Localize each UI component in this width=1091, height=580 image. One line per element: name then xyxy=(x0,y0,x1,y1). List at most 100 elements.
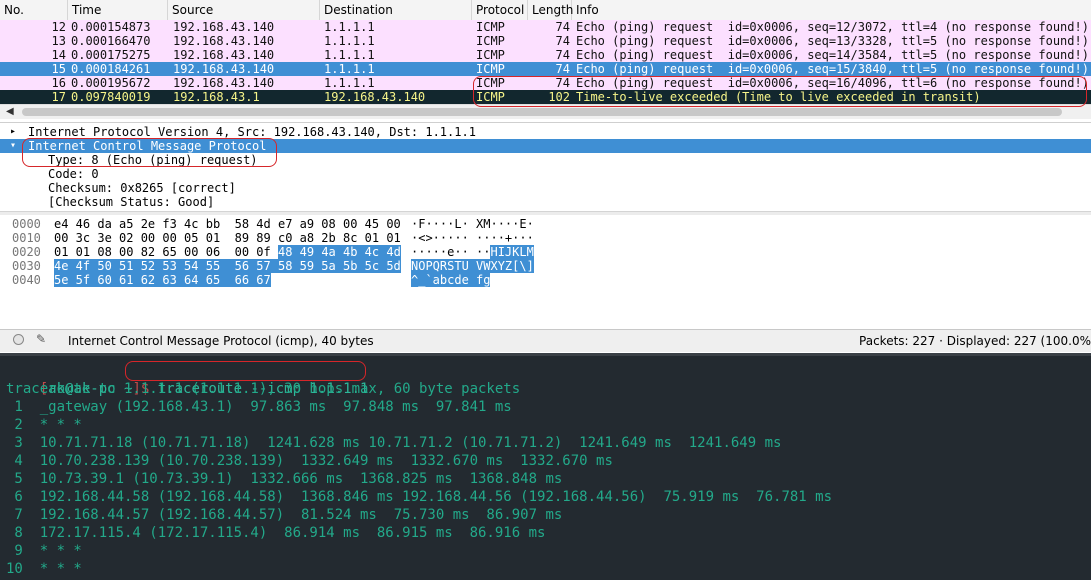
packet-row[interactable]: 17 0.097840019 192.168.43.1 192.168.43.140 I… xyxy=(0,90,1091,104)
hex-highlighted: 4e 4f 50 51 52 53 54 55 56 57 58 59 5a 5… xyxy=(54,259,401,273)
terminal-output-line: 4 10.70.238.139 (10.70.238.139) 1332.649… xyxy=(6,453,613,469)
expanded-arrow-icon[interactable]: ▾ xyxy=(10,139,16,153)
packet-length: 74 xyxy=(555,62,570,76)
column-header-info[interactable]: Info xyxy=(572,0,1091,20)
packet-length: 74 xyxy=(555,48,570,62)
packet-time: 0.000184261 xyxy=(71,62,151,76)
packet-list-header: No. Time Source Destination Protocol Len… xyxy=(0,0,1091,21)
terminal-output-line: 2 * * * xyxy=(6,417,82,433)
hex-bytes[interactable]: 4e 4f 50 51 52 53 54 55 56 57 58 59 5a 5… xyxy=(54,259,401,273)
packet-row[interactable]: 15 0.000184261 192.168.43.140 1.1.1.1 ICMP 74… xyxy=(0,62,1091,76)
hex-bytes[interactable]: 5e 5f 60 61 62 63 64 65 66 67 xyxy=(54,273,271,287)
hex-plain: 01 01 08 00 82 65 00 06 00 0f xyxy=(54,245,278,259)
collapsed-arrow-icon[interactable]: ▸ xyxy=(10,125,16,139)
detail-tree-item[interactable]: Type: 8 (Echo (ping) request) xyxy=(0,153,1091,167)
terminal-output-line: 5 10.73.39.1 (10.73.39.1) 1332.666 ms 13… xyxy=(6,471,563,487)
edit-comment-icon[interactable]: ✎ xyxy=(36,332,46,346)
packet-destination: 1.1.1.1 xyxy=(324,62,375,76)
column-header-no[interactable]: No. xyxy=(0,0,68,20)
packet-destination: 1.1.1.1 xyxy=(324,20,375,34)
ascii-bytes[interactable]: NOPQRSTU VWXYZ[\] xyxy=(411,259,534,273)
packet-info: Echo (ping) request id=0x0006, seq=15/38… xyxy=(576,62,1089,76)
column-header-source[interactable]: Source xyxy=(168,0,320,20)
packet-number: 12 xyxy=(51,20,66,34)
hex-bytes[interactable]: 01 01 08 00 82 65 00 06 00 0f 48 49 4a 4… xyxy=(54,245,401,259)
ascii-highlighted: NOPQRSTU VWXYZ[\] xyxy=(411,259,534,273)
packet-protocol: ICMP xyxy=(476,62,505,76)
byte-row[interactable]: 0020 01 01 08 00 82 65 00 06 00 0f 48 49 … xyxy=(0,245,1091,259)
detail-text: Internet Protocol Version 4, Src: 192.16… xyxy=(28,125,476,139)
packet-destination: 1.1.1.1 xyxy=(324,34,375,48)
ascii-bytes[interactable]: ·F····L· XM····E· xyxy=(411,217,534,231)
hex-plain: e4 46 da a5 2e f3 4c bb 58 4d e7 a9 08 0… xyxy=(54,217,401,231)
column-header-protocol[interactable]: Protocol xyxy=(472,0,528,20)
ascii-bytes[interactable]: ·····e·· ··HIJKLM xyxy=(411,245,534,259)
status-selected-field: Internet Control Message Protocol (icmp)… xyxy=(68,334,374,348)
detail-tree-item[interactable]: ▾ Internet Control Message Protocol xyxy=(0,139,1091,153)
packet-bytes-pane[interactable]: 0000 e4 46 da a5 2e f3 4c bb 58 4d e7 a9 … xyxy=(0,215,1091,327)
byte-offset: 0010 xyxy=(12,231,41,245)
scrollbar-thumb[interactable] xyxy=(22,108,1062,116)
ascii-highlighted: ^_`abcde fg xyxy=(411,273,491,287)
packet-number: 14 xyxy=(51,48,66,62)
byte-offset: 0000 xyxy=(12,217,41,231)
byte-offset: 0040 xyxy=(12,273,41,287)
status-packet-counts: Packets: 227 · Displayed: 227 (100.0% xyxy=(859,334,1091,348)
packet-row[interactable]: 14 0.000175275 192.168.43.140 1.1.1.1 ICMP 74… xyxy=(0,48,1091,62)
packet-row[interactable]: 16 0.000195672 192.168.43.140 1.1.1.1 ICMP 74… xyxy=(0,76,1091,90)
detail-tree-item[interactable]: Code: 0 xyxy=(0,167,1091,181)
packet-time: 0.097840019 xyxy=(71,90,151,104)
terminal-window[interactable]: [ak@ak-pc ~]$ traceroute --icmp 1.1.1.1 … xyxy=(0,353,1091,580)
terminal-output-line: 7 192.168.44.57 (192.168.44.57) 81.524 m… xyxy=(6,507,563,523)
packet-info: Echo (ping) request id=0x0006, seq=12/30… xyxy=(576,20,1089,34)
detail-tree-item[interactable]: Checksum: 0x8265 [correct] xyxy=(0,181,1091,195)
terminal-output-line: 3 10.71.71.18 (10.71.71.18) 1241.628 ms … xyxy=(6,435,782,451)
ascii-bytes[interactable]: ·<>····· ····+··· xyxy=(411,231,534,245)
packet-protocol: ICMP xyxy=(476,48,505,62)
packet-list-pane[interactable]: No. Time Source Destination Protocol Len… xyxy=(0,0,1091,119)
packet-time: 0.000166470 xyxy=(71,34,151,48)
packet-length: 74 xyxy=(555,20,570,34)
packet-info: Echo (ping) request id=0x0006, seq=13/33… xyxy=(576,34,1089,48)
byte-row[interactable]: 0040 5e 5f 60 61 62 63 64 65 66 67 ^_`abcd… xyxy=(0,273,1091,287)
packet-source: 192.168.43.140 xyxy=(173,62,275,76)
byte-row[interactable]: 0030 4e 4f 50 51 52 53 54 55 56 57 58 59 … xyxy=(0,259,1091,273)
detail-tree-item[interactable]: ▸ Internet Protocol Version 4, Src: 192.1… xyxy=(0,125,1091,139)
hex-bytes[interactable]: 00 3c 3e 02 00 00 05 01 89 89 c0 a8 2b 8… xyxy=(54,231,401,245)
packet-protocol: ICMP xyxy=(476,34,505,48)
packet-list-horizontal-scrollbar[interactable]: ◀ xyxy=(0,104,1091,119)
detail-text: Internet Control Message Protocol xyxy=(28,139,267,153)
byte-row[interactable]: 0010 00 3c 3e 02 00 00 05 01 89 89 c0 a8 … xyxy=(0,231,1091,245)
packet-row[interactable]: 12 0.000154873 192.168.43.140 1.1.1.1 ICMP 74… xyxy=(0,20,1091,34)
terminal-output-line: 8 172.17.115.4 (172.17.115.4) 86.914 ms … xyxy=(6,525,546,541)
packet-source: 192.168.43.140 xyxy=(173,76,275,90)
column-header-length[interactable]: Length xyxy=(528,0,573,20)
scroll-left-arrow-icon[interactable]: ◀ xyxy=(6,106,14,117)
ascii-plain: ·····e·· ·· xyxy=(411,245,491,259)
packet-details-pane[interactable]: ▸ Internet Protocol Version 4, Src: 192.1… xyxy=(0,122,1091,213)
terminal-output-line: traceroute to 1.1.1.1 (1.1.1.1), 30 hops… xyxy=(6,381,521,397)
byte-row[interactable]: 0000 e4 46 da a5 2e f3 4c bb 58 4d e7 a9 … xyxy=(0,217,1091,231)
terminal-output-line: 10 * * * xyxy=(6,561,82,577)
status-bar: ✎ Internet Control Message Protocol (icm… xyxy=(0,329,1091,352)
packet-time: 0.000175275 xyxy=(71,48,151,62)
packet-destination: 192.168.43.140 xyxy=(324,90,426,104)
terminal-output-line: 1 _gateway (192.168.43.1) 97.863 ms 97.8… xyxy=(6,399,512,415)
hex-bytes[interactable]: e4 46 da a5 2e f3 4c bb 58 4d e7 a9 08 0… xyxy=(54,217,401,231)
packet-length: 102 xyxy=(548,90,570,104)
packet-info: Time-to-live exceeded (Time to live exce… xyxy=(576,90,981,104)
packet-info: Echo (ping) request id=0x0006, seq=14/35… xyxy=(576,48,1089,62)
expert-info-icon[interactable] xyxy=(13,334,24,345)
ascii-bytes[interactable]: ^_`abcde fg xyxy=(411,273,491,287)
detail-text: Type: 8 (Echo (ping) request) xyxy=(48,153,258,167)
packet-row[interactable]: 13 0.000166470 192.168.43.140 1.1.1.1 ICMP 74… xyxy=(0,34,1091,48)
packet-destination: 1.1.1.1 xyxy=(324,48,375,62)
column-header-destination[interactable]: Destination xyxy=(320,0,472,20)
column-header-time[interactable]: Time xyxy=(68,0,168,20)
packet-time: 0.000154873 xyxy=(71,20,151,34)
packet-destination: 1.1.1.1 xyxy=(324,76,375,90)
packet-length: 74 xyxy=(555,76,570,90)
packet-protocol: ICMP xyxy=(476,90,505,104)
packet-source: 192.168.43.140 xyxy=(173,20,275,34)
detail-tree-item[interactable]: [Checksum Status: Good] xyxy=(0,195,1091,209)
